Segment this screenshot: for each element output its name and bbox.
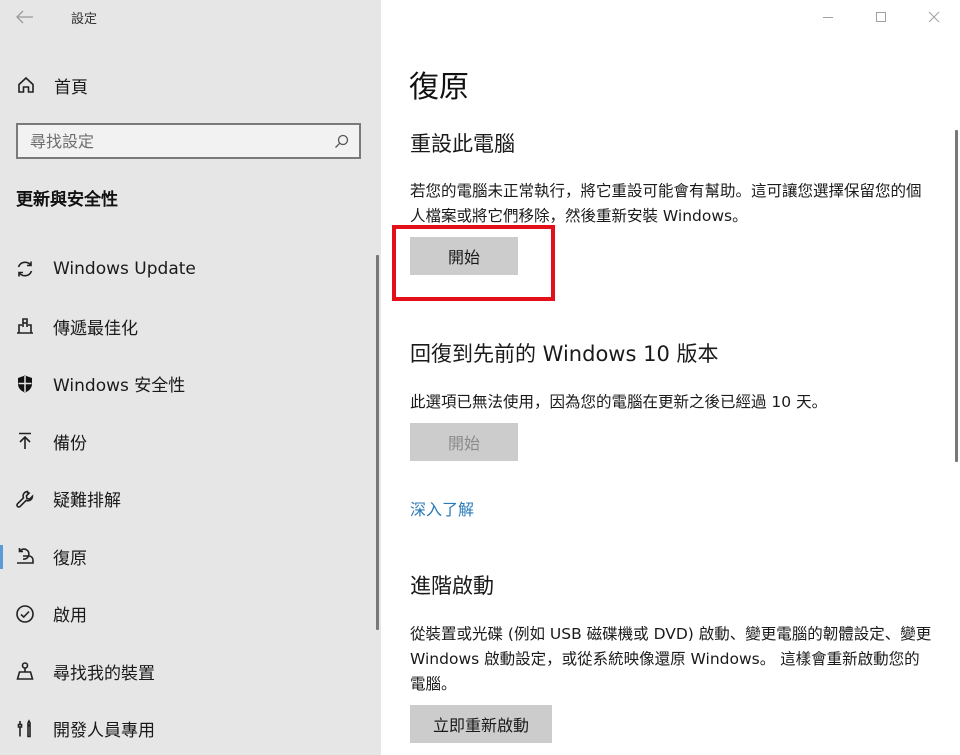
go-back-start-button[interactable]: 開始 (410, 423, 518, 461)
sidebar-item-windows-security[interactable]: Windows 安全性 (0, 355, 370, 413)
app-title: 設定 (71, 12, 98, 27)
sidebar-scrollbar[interactable] (376, 255, 379, 630)
sidebar-item-label: 疑難排解 (53, 491, 121, 512)
sidebar-item-label: 啟用 (53, 606, 87, 627)
reset-pc-heading: 重設此電腦 (410, 132, 515, 156)
sidebar-item-backup[interactable]: 備份 (0, 413, 370, 471)
check-circle-icon (14, 603, 36, 625)
page-title: 復原 (409, 70, 469, 105)
go-back-description: 此選項已無法使用，因為您的電腦在更新之後已經過 10 天。 (410, 393, 828, 411)
shield-icon (14, 373, 36, 395)
go-back-heading: 回復到先前的 Windows 10 版本 (410, 342, 719, 366)
backup-arrow-up-icon (14, 430, 36, 452)
sidebar-item-troubleshoot[interactable]: 疑難排解 (0, 470, 370, 528)
sidebar-item-label: Windows 安全性 (53, 376, 186, 397)
back-button[interactable] (14, 6, 36, 28)
sidebar-item-activation[interactable]: 啟用 (0, 585, 370, 643)
arrow-left-icon (16, 10, 33, 24)
recovery-icon (14, 545, 36, 567)
delivery-optimization-icon (14, 315, 36, 337)
sidebar-item-home[interactable]: 首頁 (16, 72, 88, 98)
sidebar-item-label: 復原 (53, 548, 87, 569)
search-input[interactable] (30, 131, 333, 151)
maximize-icon (875, 12, 886, 22)
close-button[interactable] (907, 0, 960, 34)
main-scrollbar[interactable] (955, 130, 958, 462)
sidebar-item-label: 尋找我的裝置 (53, 663, 155, 684)
minimize-button[interactable] (801, 0, 854, 34)
restart-now-button[interactable]: 立即重新啟動 (410, 705, 552, 743)
reset-pc-description: 若您的電腦未正常執行，將它重設可能會有幫助。這可讓您選擇保留您的個人檔案或將它們… (410, 182, 922, 225)
minimize-icon (822, 17, 833, 18)
reset-pc-start-button[interactable]: 開始 (410, 237, 518, 275)
wrench-icon (14, 488, 36, 510)
learn-more-link[interactable]: 深入了解 (410, 496, 474, 520)
sync-icon (14, 258, 36, 280)
home-icon (16, 75, 36, 95)
sidebar-item-label: 首頁 (54, 77, 88, 98)
maximize-button[interactable] (854, 0, 907, 34)
sidebar-item-windows-update[interactable]: Windows Update (0, 240, 370, 298)
sidebar-item-label: 開發人員專用 (53, 721, 155, 742)
section-title: 更新與安全性 (16, 190, 118, 210)
sidebar-item-find-my-device[interactable]: 尋找我的裝置 (0, 643, 370, 701)
search-box[interactable] (16, 123, 361, 159)
search-icon[interactable] (333, 133, 349, 149)
sidebar-item-label: 傳遞最佳化 (53, 318, 138, 339)
advanced-startup-heading: 進階啟動 (410, 574, 494, 598)
sidebar-item-delivery-optimization[interactable]: 傳遞最佳化 (0, 298, 370, 356)
sidebar-item-recovery[interactable]: 復原 (0, 528, 370, 586)
developer-tools-icon (14, 718, 36, 740)
sidebar-item-for-developers[interactable]: 開發人員專用 (0, 700, 370, 755)
find-device-icon (14, 660, 36, 682)
main-content: 復原 重設此電腦 若您的電腦未正常執行，將它重設可能會有幫助。這可讓您選擇保留您… (381, 0, 960, 755)
window-controls (801, 0, 960, 34)
sidebar-item-label: 備份 (53, 433, 87, 454)
sidebar-item-label: Windows Update (53, 258, 196, 279)
close-icon (928, 11, 939, 23)
sidebar-nav: Windows Update 傳遞最佳化 Windows 安全性 備份 疑難排解 (0, 240, 370, 755)
sidebar: 設定 首頁 更新與安全性 Windows Update 傳遞最佳化 (0, 0, 381, 755)
advanced-startup-description: 從裝置或光碟 (例如 USB 磁碟機或 DVD) 啟動、變更電腦的韌體設定、變更… (410, 625, 932, 693)
